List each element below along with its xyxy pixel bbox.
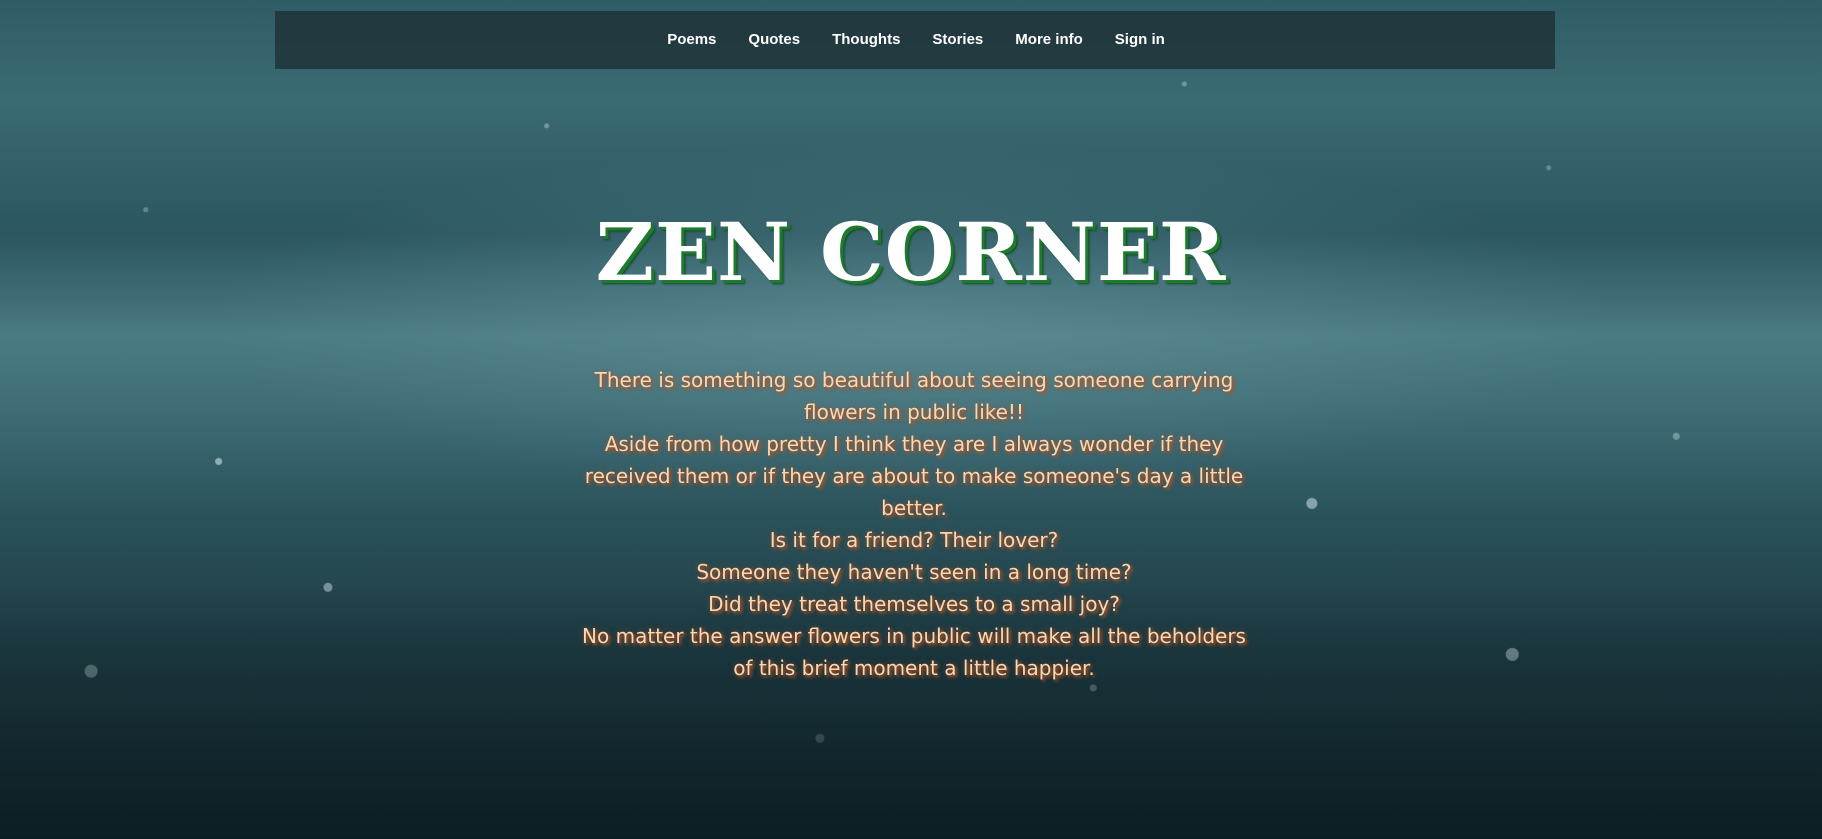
nav-link-more-info[interactable]: More info — [1000, 11, 1098, 69]
page-title: ZEN CORNER — [595, 205, 1227, 299]
hero-paragraph: There is something so beautiful about se… — [578, 364, 1250, 684]
top-navbar: Poems Quotes Thoughts Stories More info … — [275, 11, 1555, 69]
nav-link-stories[interactable]: Stories — [917, 11, 998, 69]
nav-link-sign-in[interactable]: Sign in — [1100, 11, 1180, 69]
hero-line: Aside from how pretty I think they are I… — [584, 432, 1244, 520]
hero-line: Is it for a friend? Their lover? — [769, 528, 1059, 552]
nav-link-thoughts[interactable]: Thoughts — [817, 11, 915, 69]
hero-line: There is something so beautiful about se… — [594, 368, 1234, 424]
hero-line: Did they treat themselves to a small joy… — [708, 592, 1120, 616]
hero-line: No matter the answer flowers in public w… — [582, 624, 1246, 680]
nav-link-poems[interactable]: Poems — [652, 11, 731, 69]
nav-link-quotes[interactable]: Quotes — [733, 11, 815, 69]
hero-line: Someone they haven't seen in a long time… — [696, 560, 1132, 584]
